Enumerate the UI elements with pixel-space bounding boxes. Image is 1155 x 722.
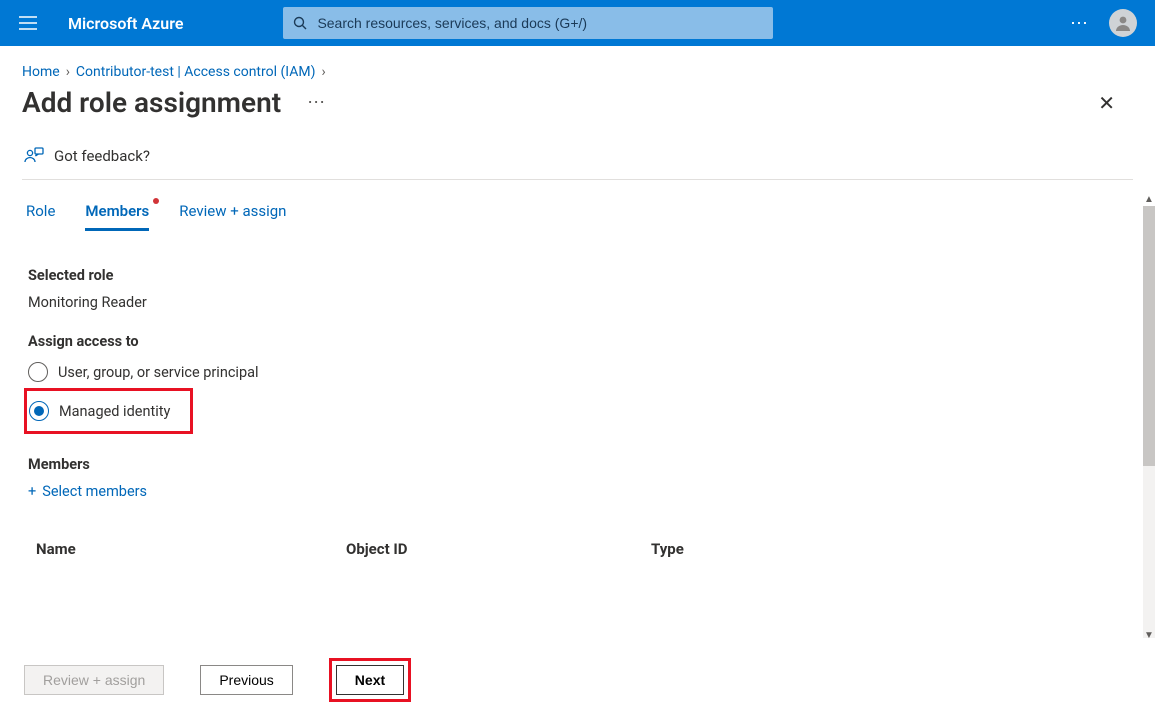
highlight-next: Next bbox=[329, 658, 411, 702]
radio-label: Managed identity bbox=[59, 403, 170, 420]
search-input[interactable] bbox=[317, 15, 763, 31]
next-button[interactable]: Next bbox=[336, 665, 404, 695]
tab-label: Review + assign bbox=[179, 202, 286, 220]
search-icon bbox=[293, 16, 307, 30]
highlight-managed-identity: Managed identity bbox=[24, 388, 193, 434]
review-assign-button: Review + assign bbox=[24, 665, 164, 695]
menu-icon[interactable] bbox=[10, 5, 46, 41]
selected-role-heading: Selected role bbox=[28, 267, 1127, 284]
feedback-label: Got feedback? bbox=[54, 147, 150, 165]
feedback-icon bbox=[24, 147, 44, 165]
radio-selected-icon bbox=[29, 401, 49, 421]
brand-label: Microsoft Azure bbox=[68, 14, 183, 33]
col-object-id: Object ID bbox=[346, 540, 651, 558]
avatar[interactable] bbox=[1109, 9, 1137, 37]
more-icon[interactable]: ⋯ bbox=[1070, 13, 1091, 34]
col-name: Name bbox=[36, 540, 346, 558]
chevron-right-icon: › bbox=[321, 64, 325, 80]
feedback-link[interactable]: Got feedback? bbox=[0, 137, 1155, 179]
close-icon[interactable]: ✕ bbox=[1098, 91, 1115, 115]
breadcrumb-item[interactable]: Contributor-test | Access control (IAM) bbox=[76, 64, 316, 80]
col-type: Type bbox=[651, 540, 1119, 558]
breadcrumb: Home › Contributor-test | Access control… bbox=[0, 46, 1155, 80]
title-more-icon[interactable]: ⋯ bbox=[307, 92, 327, 113]
tab-role[interactable]: Role bbox=[26, 202, 55, 231]
assign-heading: Assign access to bbox=[28, 333, 1127, 350]
plus-icon: + bbox=[28, 483, 36, 500]
scroll-up-icon[interactable]: ▲ bbox=[1143, 194, 1155, 206]
scrollbar-thumb[interactable] bbox=[1143, 206, 1155, 466]
wizard-footer: Review + assign Previous Next bbox=[24, 658, 411, 702]
previous-button[interactable]: Previous bbox=[200, 665, 292, 695]
tab-review[interactable]: Review + assign bbox=[179, 202, 286, 231]
tab-label: Members bbox=[85, 202, 149, 220]
selected-role-value: Monitoring Reader bbox=[28, 294, 1127, 311]
scroll-down-icon[interactable]: ▼ bbox=[1143, 630, 1155, 642]
global-search[interactable] bbox=[283, 7, 773, 39]
radio-user-group[interactable]: User, group, or service principal bbox=[28, 360, 1127, 384]
tab-members[interactable]: Members bbox=[85, 202, 149, 231]
attention-dot-icon bbox=[153, 198, 159, 204]
page-title: Add role assignment bbox=[22, 86, 281, 119]
radio-icon bbox=[28, 362, 48, 382]
breadcrumb-home[interactable]: Home bbox=[22, 64, 60, 80]
select-members-link[interactable]: + Select members bbox=[28, 483, 1127, 500]
radio-managed-identity[interactable]: Managed identity bbox=[29, 399, 170, 423]
select-members-label: Select members bbox=[42, 483, 147, 500]
members-heading: Members bbox=[28, 456, 1127, 473]
radio-label: User, group, or service principal bbox=[58, 364, 259, 381]
chevron-right-icon: › bbox=[66, 64, 70, 80]
members-table-header: Name Object ID Type bbox=[28, 500, 1127, 566]
tabs: Role Members Review + assign bbox=[0, 180, 1155, 231]
topbar: Microsoft Azure ⋯ bbox=[0, 0, 1155, 46]
members-form: Selected role Monitoring Reader Assign a… bbox=[0, 231, 1155, 566]
tab-label: Role bbox=[26, 202, 55, 220]
